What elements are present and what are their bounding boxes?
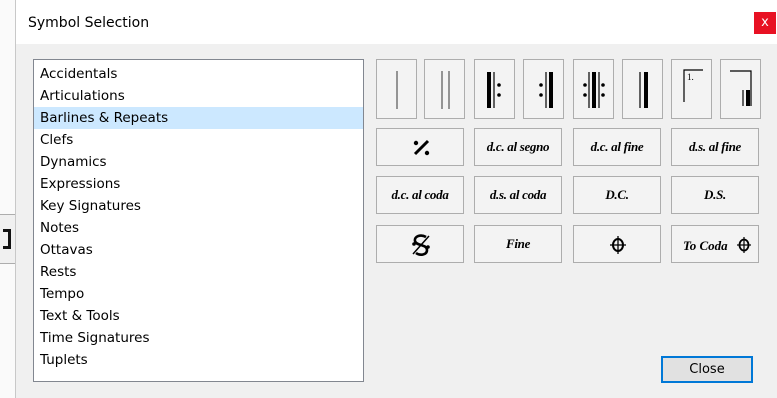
repeat-end-icon xyxy=(539,72,553,108)
ds-button[interactable]: D.S. xyxy=(671,176,759,214)
double-barline-button[interactable] xyxy=(424,59,465,119)
coda-button[interactable] xyxy=(573,225,661,263)
close-window-button[interactable]: x xyxy=(754,12,776,34)
list-item-accidentals[interactable]: Accidentals xyxy=(34,63,363,85)
list-item-time-signatures[interactable]: Time Signatures xyxy=(34,327,363,349)
measure-repeat-icon xyxy=(413,139,430,156)
list-item-notes[interactable]: Notes xyxy=(34,217,363,239)
to-coda-button[interactable]: To Coda xyxy=(671,225,759,263)
dc-al-fine-button[interactable]: d.c. al fine xyxy=(573,128,661,166)
list-item-dynamics[interactable]: Dynamics xyxy=(34,151,363,173)
repeat-start-button[interactable] xyxy=(474,59,515,119)
single-barline-button[interactable] xyxy=(376,59,417,119)
list-item-barlines-repeats[interactable]: Barlines & Repeats xyxy=(34,107,363,129)
ds-al-fine-button[interactable]: d.s. al fine xyxy=(671,128,759,166)
repeat-both-icon xyxy=(583,72,605,108)
dc-al-coda-button[interactable]: d.c. al coda xyxy=(376,176,464,214)
dialog-title: Symbol Selection xyxy=(28,15,150,31)
first-ending-button[interactable]: 1. xyxy=(671,59,712,119)
dc-al-segno-button[interactable]: d.c. al segno xyxy=(474,128,562,166)
second-ending-icon xyxy=(730,70,752,106)
final-barline-icon xyxy=(639,72,648,108)
first-ending-label: 1. xyxy=(687,72,694,82)
title-bar: Symbol Selection x xyxy=(16,0,777,44)
coda-icon xyxy=(737,237,751,253)
category-list[interactable]: Accidentals Articulations Barlines & Rep… xyxy=(33,59,364,382)
double-barline-icon xyxy=(441,71,450,109)
list-item-tempo[interactable]: Tempo xyxy=(34,283,363,305)
repeat-start-icon xyxy=(487,72,501,108)
coda-icon xyxy=(610,236,626,254)
repeat-end-button[interactable] xyxy=(523,59,564,119)
list-item-rests[interactable]: Rests xyxy=(34,261,363,283)
symbol-selection-dialog: Symbol Selection x Accidentals Articulat… xyxy=(15,0,777,398)
list-item-clefs[interactable]: Clefs xyxy=(34,129,363,151)
final-barline-button[interactable] xyxy=(622,59,663,119)
list-item-ottavas[interactable]: Ottavas xyxy=(34,239,363,261)
list-item-expressions[interactable]: Expressions xyxy=(34,173,363,195)
list-item-tuplets[interactable]: Tuplets xyxy=(34,349,363,371)
list-item-key-signatures[interactable]: Key Signatures xyxy=(34,195,363,217)
to-coda-label: To Coda xyxy=(683,238,728,253)
list-item-text-tools[interactable]: Text & Tools xyxy=(34,305,363,327)
ds-al-coda-button[interactable]: d.s. al coda xyxy=(474,176,562,214)
fine-button[interactable]: Fine xyxy=(474,225,562,263)
segno-button[interactable] xyxy=(376,225,464,263)
second-ending-button[interactable] xyxy=(720,59,761,119)
segno-icon xyxy=(412,234,430,256)
measure-repeat-button[interactable] xyxy=(376,128,464,166)
first-ending-icon: 1. xyxy=(683,69,703,102)
dc-button[interactable]: D.C. xyxy=(573,176,661,214)
repeat-both-button[interactable] xyxy=(573,59,614,119)
list-item-articulations[interactable]: Articulations xyxy=(34,85,363,107)
bracket-icon xyxy=(3,229,11,249)
single-barline-icon xyxy=(396,71,398,109)
close-button[interactable]: Close xyxy=(661,356,753,383)
to-coda-graphic: To Coda xyxy=(683,237,751,253)
